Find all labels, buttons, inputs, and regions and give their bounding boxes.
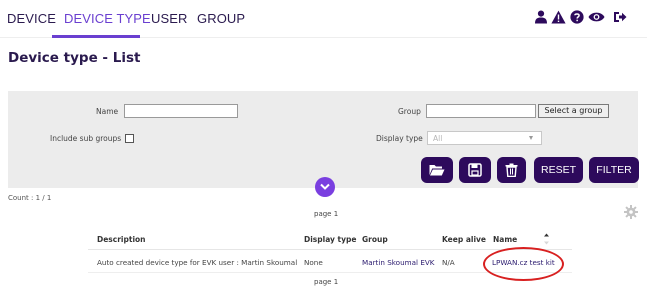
- save-filter-button[interactable]: [459, 157, 491, 183]
- gear-icon[interactable]: [624, 205, 638, 219]
- column-header-keep-alive[interactable]: Keep alive: [442, 235, 486, 244]
- display-type-select[interactable]: All: [427, 131, 542, 145]
- active-tab-indicator: [52, 35, 140, 38]
- users-icon[interactable]: [534, 10, 548, 24]
- select-group-button[interactable]: Select a group: [538, 104, 609, 118]
- group-label: Group: [398, 107, 421, 116]
- sort-icon[interactable]: [543, 232, 550, 246]
- cell-keep-alive: N/A: [442, 258, 455, 267]
- top-navigation: DEVICE DEVICE TYPE USER GROUP: [0, 0, 647, 38]
- tab-device[interactable]: DEVICE: [7, 11, 56, 26]
- column-header-name[interactable]: Name: [493, 235, 517, 244]
- page-title: Device type - List: [8, 50, 141, 66]
- collapse-filter-button[interactable]: [315, 177, 335, 197]
- name-input[interactable]: [124, 104, 238, 118]
- reset-button-label: RESET: [540, 164, 576, 176]
- column-header-group[interactable]: Group: [362, 235, 388, 244]
- folder-open-icon: [429, 165, 445, 176]
- help-icon[interactable]: [570, 10, 584, 24]
- pagination-top[interactable]: page 1: [314, 210, 338, 218]
- chevron-down-icon: [320, 183, 330, 190]
- delete-filter-button[interactable]: [497, 157, 526, 183]
- tab-user[interactable]: USER: [151, 11, 188, 26]
- column-header-description[interactable]: Description: [97, 235, 146, 244]
- cell-description: Auto created device type for EVK user : …: [97, 258, 298, 267]
- save-icon: [468, 163, 482, 177]
- trash-icon: [505, 163, 518, 177]
- pagination-bottom[interactable]: page 1: [314, 278, 338, 286]
- reset-button[interactable]: RESET: [534, 157, 583, 183]
- annotation-highlight-circle: [483, 247, 564, 281]
- filter-button[interactable]: FILTER: [589, 157, 639, 183]
- header-icons: [534, 10, 629, 26]
- column-header-display-type[interactable]: Display type: [304, 235, 356, 244]
- include-subgroups-label: Include sub groups: [50, 134, 122, 143]
- display-type-label: Display type: [376, 134, 423, 143]
- cell-display-type: None: [304, 258, 323, 267]
- cell-group-link[interactable]: Martin Skoumal EVK: [362, 258, 435, 267]
- include-subgroups-checkbox[interactable]: [125, 134, 134, 143]
- warning-icon[interactable]: [551, 10, 566, 24]
- tab-group[interactable]: GROUP: [197, 11, 245, 26]
- logout-icon[interactable]: [613, 10, 627, 24]
- result-count: Count : 1 / 1: [8, 194, 52, 202]
- group-input[interactable]: [426, 104, 536, 118]
- tab-device-type[interactable]: DEVICE TYPE: [64, 11, 151, 26]
- eye-icon[interactable]: [588, 10, 605, 24]
- open-filter-button[interactable]: [421, 157, 453, 183]
- name-label: Name: [96, 107, 119, 116]
- display-type-value: All: [433, 134, 443, 143]
- chevron-down-icon: [529, 136, 533, 140]
- filter-button-label: FILTER: [596, 164, 632, 176]
